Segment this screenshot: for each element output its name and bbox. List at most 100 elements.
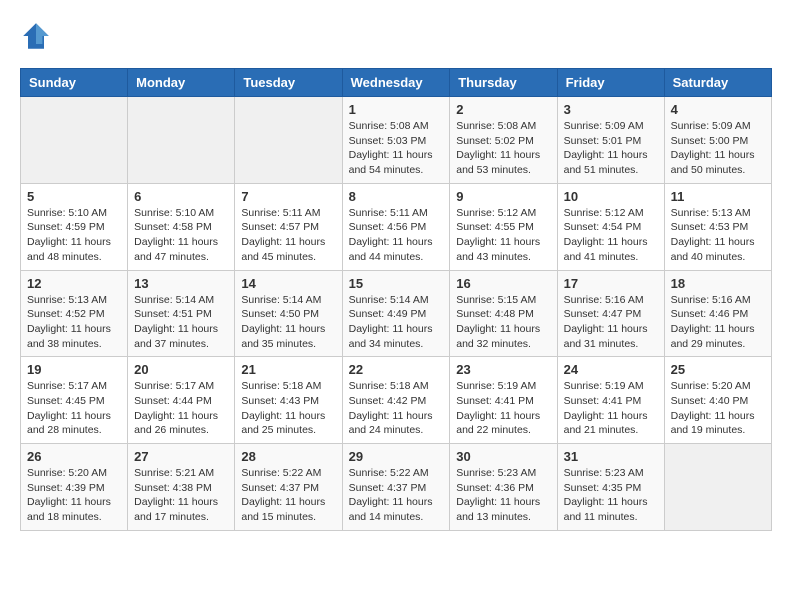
day-info: Sunrise: 5:14 AMSunset: 4:51 PMDaylight:… [134, 293, 228, 352]
table-row: 18 Sunrise: 5:16 AMSunset: 4:46 PMDayligh… [664, 270, 771, 357]
table-row: 14 Sunrise: 5:14 AMSunset: 4:50 PMDayligh… [235, 270, 342, 357]
day-info: Sunrise: 5:08 AMSunset: 5:02 PMDaylight:… [456, 119, 550, 178]
col-header-wednesday: Wednesday [342, 69, 450, 97]
day-number: 16 [456, 276, 550, 291]
table-row: 1 Sunrise: 5:08 AMSunset: 5:03 PMDaylight… [342, 97, 450, 184]
day-number: 26 [27, 449, 121, 464]
day-info: Sunrise: 5:15 AMSunset: 4:48 PMDaylight:… [456, 293, 550, 352]
day-info: Sunrise: 5:23 AMSunset: 4:36 PMDaylight:… [456, 466, 550, 525]
table-row [128, 97, 235, 184]
table-row: 8Sunrise: 5:11 AMSunset: 4:56 PMDaylight… [342, 183, 450, 270]
table-row: 6 Sunrise: 5:10 AMSunset: 4:58 PMDaylight… [128, 183, 235, 270]
day-number: 12 [27, 276, 121, 291]
day-info: Sunrise: 5:16 AMSunset: 4:47 PMDaylight:… [564, 293, 658, 352]
day-info: Sunrise: 5:12 AMSunset: 4:55 PMDaylight:… [456, 206, 550, 265]
table-row: 7 Sunrise: 5:11 AMSunset: 4:57 PMDaylight… [235, 183, 342, 270]
logo [20, 20, 56, 52]
table-row: 27 Sunrise: 5:21 AMSunset: 4:38 PMDayligh… [128, 444, 235, 531]
day-number: 29 [349, 449, 444, 464]
day-number: 14 [241, 276, 335, 291]
col-header-sunday: Sunday [21, 69, 128, 97]
day-number: 28 [241, 449, 335, 464]
table-row: 17 Sunrise: 5:16 AMSunset: 4:47 PMDayligh… [557, 270, 664, 357]
calendar-week-row: 26Sunrise: 5:20 AMSunset: 4:39 PMDayligh… [21, 444, 772, 531]
day-number: 3 [564, 102, 658, 117]
calendar-week-row: 19 Sunrise: 5:17 AMSunset: 4:45 PMDayligh… [21, 357, 772, 444]
calendar-week-row: 1 Sunrise: 5:08 AMSunset: 5:03 PMDaylight… [21, 97, 772, 184]
day-number: 23 [456, 362, 550, 377]
table-row: 12 Sunrise: 5:13 AMSunset: 4:52 PMDayligh… [21, 270, 128, 357]
day-number: 17 [564, 276, 658, 291]
day-info: Sunrise: 5:09 AMSunset: 5:01 PMDaylight:… [564, 119, 658, 178]
table-row: 20 Sunrise: 5:17 AMSunset: 4:44 PMDayligh… [128, 357, 235, 444]
day-number: 4 [671, 102, 765, 117]
col-header-thursday: Thursday [450, 69, 557, 97]
table-row: 31Sunrise: 5:23 AMSunset: 4:35 PMDayligh… [557, 444, 664, 531]
table-row: 11 Sunrise: 5:13 AMSunset: 4:53 PMDayligh… [664, 183, 771, 270]
day-number: 25 [671, 362, 765, 377]
day-info: Sunrise: 5:10 AMSunset: 4:59 PMDaylight:… [27, 206, 121, 265]
day-info: Sunrise: 5:18 AMSunset: 4:43 PMDaylight:… [241, 379, 335, 438]
calendar-week-row: 5 Sunrise: 5:10 AMSunset: 4:59 PMDaylight… [21, 183, 772, 270]
day-number: 27 [134, 449, 228, 464]
day-info: Sunrise: 5:20 AMSunset: 4:40 PMDaylight:… [671, 379, 765, 438]
day-number: 6 [134, 189, 228, 204]
table-row [235, 97, 342, 184]
day-number: 22 [349, 362, 444, 377]
day-info: Sunrise: 5:13 AMSunset: 4:52 PMDaylight:… [27, 293, 121, 352]
day-number: 9 [456, 189, 550, 204]
day-number: 21 [241, 362, 335, 377]
day-number: 24 [564, 362, 658, 377]
table-row: 15Sunrise: 5:14 AMSunset: 4:49 PMDayligh… [342, 270, 450, 357]
table-row: 2Sunrise: 5:08 AMSunset: 5:02 PMDaylight… [450, 97, 557, 184]
col-header-saturday: Saturday [664, 69, 771, 97]
day-info: Sunrise: 5:10 AMSunset: 4:58 PMDaylight:… [134, 206, 228, 265]
day-number: 18 [671, 276, 765, 291]
day-info: Sunrise: 5:21 AMSunset: 4:38 PMDaylight:… [134, 466, 228, 525]
table-row: 23 Sunrise: 5:19 AMSunset: 4:41 PMDayligh… [450, 357, 557, 444]
day-number: 13 [134, 276, 228, 291]
table-row: 29Sunrise: 5:22 AMSunset: 4:37 PMDayligh… [342, 444, 450, 531]
day-info: Sunrise: 5:23 AMSunset: 4:35 PMDaylight:… [564, 466, 658, 525]
col-header-friday: Friday [557, 69, 664, 97]
day-info: Sunrise: 5:19 AMSunset: 4:41 PMDaylight:… [564, 379, 658, 438]
day-info: Sunrise: 5:08 AMSunset: 5:03 PMDaylight:… [349, 119, 444, 178]
table-row: 25 Sunrise: 5:20 AMSunset: 4:40 PMDayligh… [664, 357, 771, 444]
day-info: Sunrise: 5:09 AMSunset: 5:00 PMDaylight:… [671, 119, 765, 178]
table-row: 26Sunrise: 5:20 AMSunset: 4:39 PMDayligh… [21, 444, 128, 531]
table-row: 21 Sunrise: 5:18 AMSunset: 4:43 PMDayligh… [235, 357, 342, 444]
table-row: 10Sunrise: 5:12 AMSunset: 4:54 PMDayligh… [557, 183, 664, 270]
calendar-week-row: 12 Sunrise: 5:13 AMSunset: 4:52 PMDayligh… [21, 270, 772, 357]
day-info: Sunrise: 5:19 AMSunset: 4:41 PMDaylight:… [456, 379, 550, 438]
logo-icon [20, 20, 52, 52]
day-number: 7 [241, 189, 335, 204]
day-number: 8 [349, 189, 444, 204]
day-info: Sunrise: 5:11 AMSunset: 4:57 PMDaylight:… [241, 206, 335, 265]
calendar-header-row: SundayMondayTuesdayWednesdayThursdayFrid… [21, 69, 772, 97]
col-header-tuesday: Tuesday [235, 69, 342, 97]
table-row [664, 444, 771, 531]
calendar-table: SundayMondayTuesdayWednesdayThursdayFrid… [20, 68, 772, 531]
day-info: Sunrise: 5:17 AMSunset: 4:44 PMDaylight:… [134, 379, 228, 438]
table-row: 13 Sunrise: 5:14 AMSunset: 4:51 PMDayligh… [128, 270, 235, 357]
day-info: Sunrise: 5:14 AMSunset: 4:49 PMDaylight:… [349, 293, 444, 352]
day-number: 30 [456, 449, 550, 464]
day-number: 1 [349, 102, 444, 117]
day-number: 11 [671, 189, 765, 204]
day-info: Sunrise: 5:14 AMSunset: 4:50 PMDaylight:… [241, 293, 335, 352]
day-info: Sunrise: 5:12 AMSunset: 4:54 PMDaylight:… [564, 206, 658, 265]
day-number: 19 [27, 362, 121, 377]
table-row: 5 Sunrise: 5:10 AMSunset: 4:59 PMDaylight… [21, 183, 128, 270]
table-row: 30 Sunrise: 5:23 AMSunset: 4:36 PMDayligh… [450, 444, 557, 531]
day-number: 5 [27, 189, 121, 204]
table-row: 28Sunrise: 5:22 AMSunset: 4:37 PMDayligh… [235, 444, 342, 531]
day-info: Sunrise: 5:13 AMSunset: 4:53 PMDaylight:… [671, 206, 765, 265]
day-info: Sunrise: 5:18 AMSunset: 4:42 PMDaylight:… [349, 379, 444, 438]
day-info: Sunrise: 5:17 AMSunset: 4:45 PMDaylight:… [27, 379, 121, 438]
table-row [21, 97, 128, 184]
col-header-monday: Monday [128, 69, 235, 97]
table-row: 24 Sunrise: 5:19 AMSunset: 4:41 PMDayligh… [557, 357, 664, 444]
table-row: 3 Sunrise: 5:09 AMSunset: 5:01 PMDaylight… [557, 97, 664, 184]
day-number: 20 [134, 362, 228, 377]
day-info: Sunrise: 5:16 AMSunset: 4:46 PMDaylight:… [671, 293, 765, 352]
